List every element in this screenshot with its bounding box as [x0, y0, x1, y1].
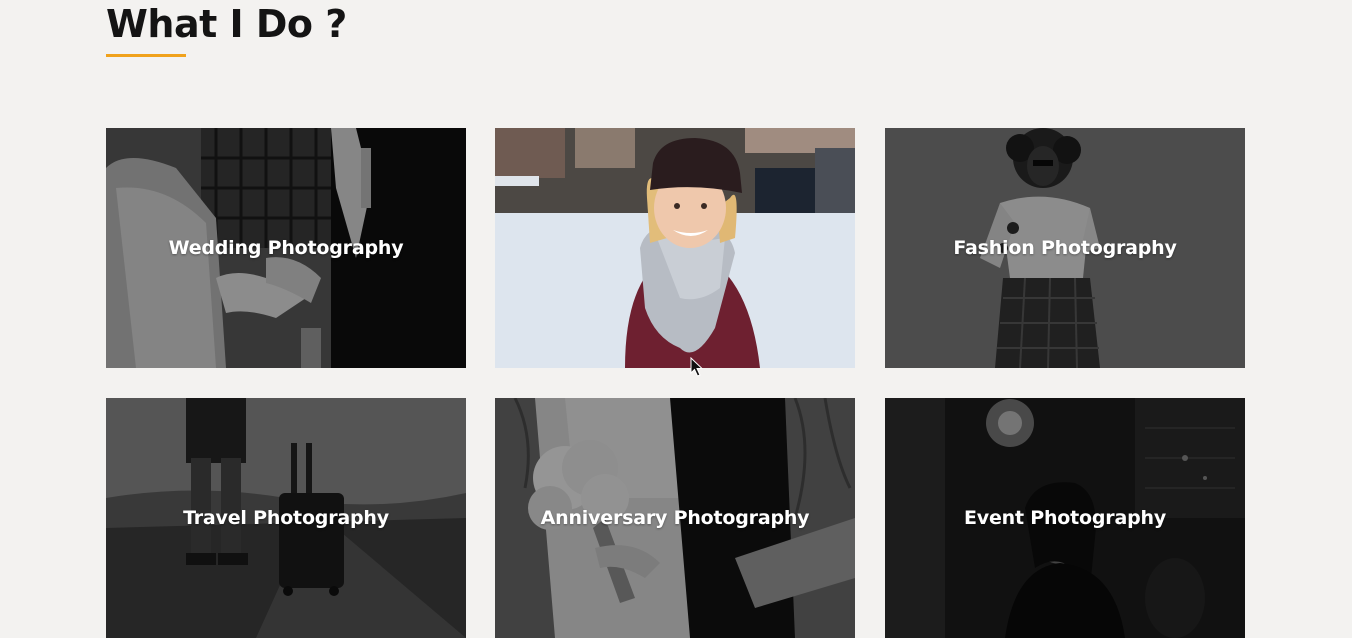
- what-i-do-section: What I Do ? Wedding Photography Fashion …: [106, 0, 1246, 638]
- service-card-event[interactable]: Event Photography: [885, 398, 1245, 638]
- service-label: Fashion Photography: [953, 237, 1177, 259]
- services-grid: Wedding Photography Fashion Photography …: [106, 128, 1246, 638]
- service-card-anniversary[interactable]: Anniversary Photography: [495, 398, 855, 638]
- service-label: Anniversary Photography: [540, 507, 810, 529]
- section-title: What I Do ?: [106, 2, 347, 46]
- service-card-portrait[interactable]: [495, 128, 855, 368]
- portrait-photo: [495, 128, 855, 368]
- service-label: Event Photography: [963, 507, 1167, 529]
- service-card-wedding[interactable]: Wedding Photography: [106, 128, 466, 368]
- service-card-travel[interactable]: Travel Photography: [106, 398, 466, 638]
- title-underline: [106, 54, 186, 57]
- service-label: Travel Photography: [183, 507, 389, 529]
- service-card-fashion[interactable]: Fashion Photography: [885, 128, 1245, 368]
- service-label: Wedding Photography: [168, 237, 404, 259]
